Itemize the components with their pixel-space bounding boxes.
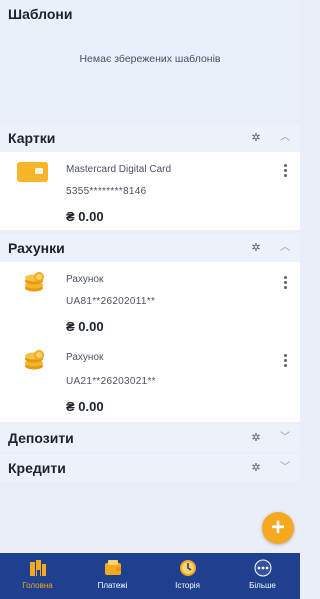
tab-more-label: Більше [249,581,276,590]
credit-card-icon [17,162,48,182]
account-number: UA81**26202011** [66,296,156,307]
deposits-title: Депозити [8,430,74,446]
account-balance: ₴ 0.00 [66,399,104,414]
templates-section: Шаблони Немає збережених шаблонів [0,0,300,120]
coins-icon [25,350,44,370]
cards-settings-gear-icon[interactable]: ✲ [250,132,262,144]
tab-more[interactable]: Більше [225,553,300,599]
credits-chevron-down-icon[interactable]: ﹀ [280,463,290,473]
account-name: Рахунок [66,352,104,363]
cards-section-header[interactable]: Картки ✲ ︿ [0,124,300,152]
tab-payments-label: Платежі [97,581,128,590]
tab-home-label: Головна [22,581,53,590]
account-balance: ₴ 0.00 [66,319,104,334]
plus-icon: + [270,514,285,541]
tab-history-label: Історія [175,581,200,590]
credits-settings-gear-icon[interactable]: ✲ [250,462,262,474]
payments-icon [104,560,121,575]
deposits-settings-gear-icon[interactable]: ✲ [250,432,262,444]
card-name: Mastercard Digital Card [66,164,172,175]
account-name: Рахунок [66,274,104,285]
accounts-title: Рахунки [8,240,65,256]
bottom-tab-bar: Головна Платежі Історія Більше [0,553,300,599]
deposits-chevron-down-icon[interactable]: ﹀ [280,433,290,443]
account-more-options-icon[interactable] [283,276,287,290]
more-icon [254,559,271,577]
card-list: Mastercard Digital Card 5355********8146… [0,152,300,230]
accounts-section-header[interactable]: Рахунки ✲ ︿ [0,234,300,262]
card-more-options-icon[interactable] [283,164,287,178]
add-button[interactable]: + [262,512,294,544]
home-icon [29,560,46,576]
card-number: 5355********8146 [66,186,147,197]
deposits-section-header[interactable]: Депозити ✲ ﹀ [0,424,300,452]
account-list: Рахунок UA81**26202011** ₴ 0.00 Рахунок … [0,262,300,422]
tab-payments[interactable]: Платежі [75,553,150,599]
coins-icon [25,272,44,292]
accounts-settings-gear-icon[interactable]: ✲ [250,242,262,254]
accounts-chevron-up-icon[interactable]: ︿ [280,243,290,253]
templates-title: Шаблони [8,6,73,22]
tab-home[interactable]: Головна [0,553,75,599]
credits-title: Кредити [8,460,66,476]
cards-title: Картки [8,130,56,146]
templates-empty-text: Немає збережених шаблонів [79,53,221,65]
history-icon [179,560,196,576]
tab-history[interactable]: Історія [150,553,225,599]
cards-chevron-up-icon[interactable]: ︿ [280,133,290,143]
credits-section-header[interactable]: Кредити ✲ ﹀ [0,454,300,482]
card-balance: ₴ 0.00 [66,209,104,224]
account-more-options-icon[interactable] [283,354,287,368]
account-number: UA21**26203021** [66,376,156,387]
